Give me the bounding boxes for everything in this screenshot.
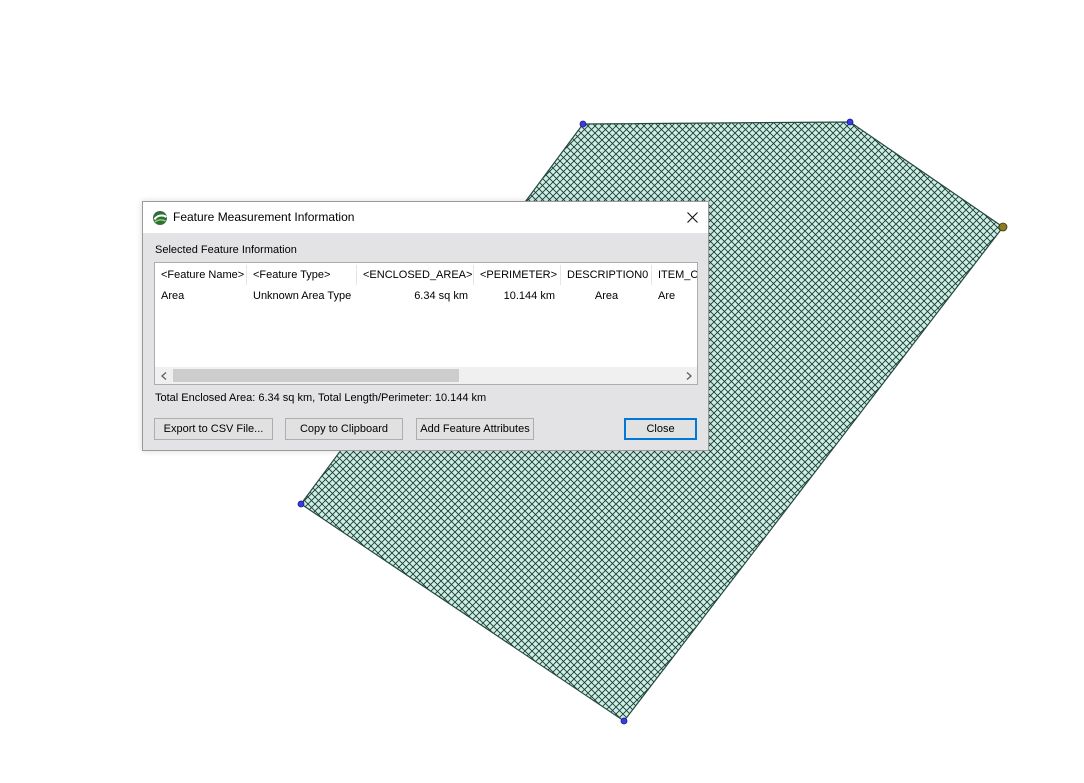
- export-csv-button[interactable]: Export to CSV File...: [154, 418, 273, 440]
- list-header: <Feature Name> <Feature Type> <ENCLOSED_…: [155, 265, 697, 285]
- scrollbar-thumb[interactable]: [173, 369, 459, 382]
- feature-list[interactable]: <Feature Name> <Feature Type> <ENCLOSED_…: [154, 262, 698, 385]
- polygon-vertex[interactable]: [846, 118, 854, 126]
- column-header-item-c[interactable]: ITEM_C: [652, 265, 697, 285]
- scroll-left-icon[interactable]: [155, 367, 172, 384]
- copy-to-clipboard-button[interactable]: Copy to Clipboard: [285, 418, 403, 440]
- polygon-vertex[interactable]: [620, 717, 628, 725]
- totals-summary: Total Enclosed Area: 6.34 sq km, Total L…: [155, 392, 487, 404]
- selected-feature-label: Selected Feature Information: [155, 244, 297, 256]
- horizontal-scrollbar[interactable]: [155, 367, 697, 384]
- column-header-enclosed-area[interactable]: <ENCLOSED_AREA>: [357, 265, 474, 285]
- table-row[interactable]: Area Unknown Area Type 6.34 sq km 10.144…: [155, 286, 697, 306]
- scroll-right-icon[interactable]: [680, 367, 697, 384]
- column-header-perimeter[interactable]: <PERIMETER>: [474, 265, 561, 285]
- cell-feature-name: Area: [161, 290, 185, 302]
- cell-perimeter: 10.144 km: [503, 290, 555, 302]
- cell-feature-type: Unknown Area Type: [253, 290, 352, 302]
- column-header-description0[interactable]: DESCRIPTION0: [561, 265, 652, 285]
- polygon-vertex[interactable]: [297, 500, 305, 508]
- column-header-feature-type[interactable]: <Feature Type>: [247, 265, 357, 285]
- app-logo-icon: [152, 210, 168, 226]
- close-icon[interactable]: [676, 202, 708, 233]
- cell-item-c: Are: [658, 290, 676, 302]
- dialog-title: Feature Measurement Information: [173, 210, 355, 224]
- close-button[interactable]: Close: [624, 418, 697, 440]
- cell-description0: Area: [594, 290, 619, 302]
- add-feature-attributes-button[interactable]: Add Feature Attributes: [416, 418, 534, 440]
- cell-enclosed-area: 6.34 sq km: [414, 290, 468, 302]
- polygon-vertex[interactable]: [579, 120, 587, 128]
- dialog-titlebar[interactable]: Feature Measurement Information: [143, 202, 708, 233]
- column-header-feature-name[interactable]: <Feature Name>: [155, 265, 247, 285]
- polygon-vertex-selected[interactable]: [998, 222, 1008, 232]
- feature-measurement-dialog: Feature Measurement Information Selected…: [142, 201, 709, 451]
